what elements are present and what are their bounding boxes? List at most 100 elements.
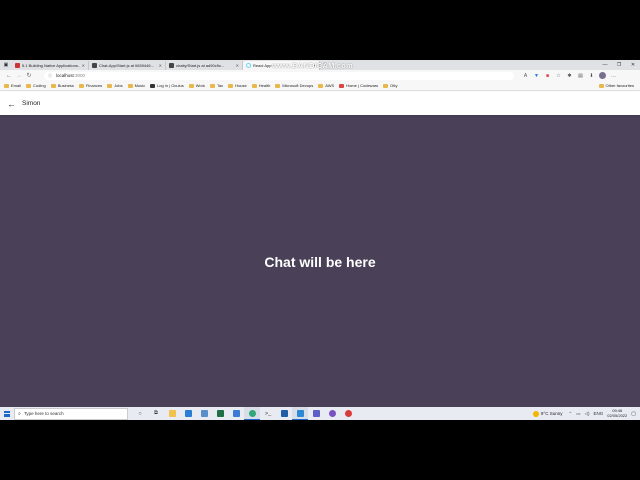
github-icon [92, 63, 97, 68]
chat-area: Chat will be here [0, 115, 640, 407]
excel-icon[interactable] [212, 407, 228, 420]
windows-logo-icon [4, 410, 10, 417]
folder-icon [318, 83, 324, 88]
bookmark-label: Email [11, 83, 22, 88]
bookmark-item[interactable]: Work [188, 83, 205, 88]
menu-more-icon[interactable]: … [608, 71, 619, 81]
taskbar-apps: ○ ⧉ >_ [132, 407, 356, 420]
address-bar: ← → ↻ ⓘ localhost :3000 A ▼ ■ ☆ ✱ ▤ ⬇ … [0, 70, 640, 81]
bookmark-item[interactable]: Health [251, 83, 271, 88]
github-desktop-icon[interactable] [324, 407, 340, 420]
bookmark-item[interactable]: Home | Codewars [339, 83, 378, 88]
start-button[interactable] [0, 407, 14, 420]
folder-icon [78, 83, 84, 88]
weather-text: 9°C Sunny [540, 411, 563, 416]
bookmark-item[interactable]: Otty [383, 83, 397, 88]
tab-title: Chat-App/Start.js at 0659446... [99, 63, 154, 68]
read-aloud-icon[interactable]: A [520, 71, 531, 81]
browser-tab[interactable]: 5.1 Building Native Applications... ✕ [12, 61, 89, 70]
close-window-icon[interactable]: ✕ [626, 60, 640, 70]
windows-taskbar: ⌕ Type here to search ○ ⧉ >_ 9°C Sunny ⌃ [0, 407, 640, 420]
teams-icon[interactable] [308, 407, 324, 420]
forward-nav-icon[interactable]: → [14, 71, 24, 81]
bookmark-label: Coding [33, 83, 46, 88]
show-hidden-icons-icon[interactable]: ⌃ [568, 411, 572, 417]
contact-name: Simon [22, 100, 41, 107]
extension-icons: A ▼ ■ ☆ ✱ ▤ ⬇ … [520, 71, 619, 81]
minimize-icon[interactable]: — [598, 60, 612, 70]
bookmark-item[interactable]: Log in | Oculus [150, 83, 184, 88]
maximize-icon[interactable]: ❐ [612, 60, 626, 70]
bookmark-item[interactable]: House [228, 83, 247, 88]
bookmark-label: Home | Codewars [346, 83, 379, 88]
downloads-icon[interactable]: ⬇ [586, 71, 597, 81]
folder-icon [228, 83, 234, 88]
bookmark-label: AWS [325, 83, 335, 88]
volume-icon[interactable]: ◁) [585, 411, 590, 417]
close-icon[interactable]: ✕ [159, 63, 162, 68]
bookmark-label: House [235, 83, 247, 88]
close-icon[interactable]: ✕ [236, 63, 239, 68]
bookmark-item[interactable]: AWS [318, 83, 334, 88]
chat-header: ← Simon [0, 92, 640, 115]
network-icon[interactable]: ▭ [576, 411, 580, 417]
bookmark-label: Music [134, 83, 146, 88]
close-icon[interactable]: ✕ [82, 63, 85, 68]
bookmark-label: Otty [390, 83, 398, 88]
bookmark-item[interactable]: Email [4, 83, 21, 88]
task-view-icon[interactable]: ⧉ [148, 407, 164, 420]
tab-title: 5.1 Building Native Applications... [22, 63, 80, 68]
tab-actions-icon[interactable]: ▣ [0, 60, 12, 70]
favorites-star-icon[interactable]: ☆ [553, 71, 564, 81]
terminal-icon[interactable]: >_ [260, 407, 276, 420]
codewars-icon [339, 83, 345, 88]
bookmark-label: Microsoft Devops [282, 83, 314, 88]
folder-icon [598, 83, 604, 88]
info-icon[interactable]: ⓘ [48, 73, 52, 79]
chat-placeholder-text: Chat will be here [264, 254, 376, 270]
profile-avatar[interactable] [597, 71, 608, 81]
back-nav-icon[interactable]: ← [4, 71, 14, 81]
bookmark-label: Health [258, 83, 271, 88]
bandicam-icon[interactable] [340, 407, 356, 420]
photos-icon[interactable] [196, 407, 212, 420]
bookmark-item[interactable]: Finances [78, 83, 102, 88]
folder-icon [26, 83, 32, 88]
clock[interactable]: 09:46 02/05/2022 [607, 408, 627, 418]
folder-icon [188, 83, 194, 88]
bookmark-item[interactable]: Business [50, 83, 74, 88]
vscode-icon[interactable] [292, 407, 308, 420]
mail-icon[interactable] [180, 407, 196, 420]
cortana-icon[interactable]: ○ [132, 407, 148, 420]
url-input[interactable]: ⓘ localhost :3000 [44, 71, 514, 80]
bookmark-item[interactable]: Tax [209, 83, 224, 88]
azure-data-studio-icon[interactable] [276, 407, 292, 420]
folder-icon [50, 83, 56, 88]
back-arrow-icon[interactable]: ← [7, 99, 19, 109]
extensions-icon[interactable]: ✱ [564, 71, 575, 81]
bookmarks-bar: Email Coding Business Finances Jobs Musi… [0, 81, 640, 91]
collections-icon[interactable]: ▤ [575, 71, 586, 81]
bookmark-label: Business [57, 83, 74, 88]
extension-icon[interactable]: ▼ [531, 71, 542, 81]
other-favourites[interactable]: Other favourites [598, 83, 634, 88]
store-icon[interactable] [228, 407, 244, 420]
bookmark-label: Log in | Oculus [157, 83, 184, 88]
browser-tab[interactable]: Chat-App/Start.js at 0659446... ✕ [89, 61, 166, 70]
bookmark-item[interactable]: Jobs [107, 83, 123, 88]
bookmark-item[interactable]: Music [127, 83, 146, 88]
browser-tab[interactable]: chatty/Start.js at ad90c9c... ✕ [166, 61, 243, 70]
folder-icon [4, 83, 9, 88]
taskbar-search-input[interactable]: ⌕ Type here to search [14, 407, 128, 420]
reload-icon[interactable]: ↻ [24, 71, 34, 81]
bookmark-label: Tax [216, 83, 224, 88]
bookmark-item[interactable]: Coding [26, 83, 46, 88]
notifications-icon[interactable]: ▢ [631, 411, 636, 417]
weather-widget[interactable]: 9°C Sunny [532, 410, 563, 417]
edge-icon[interactable] [244, 407, 260, 420]
bookmark-label: Work [195, 83, 205, 88]
bookmark-item[interactable]: Microsoft Devops [275, 83, 313, 88]
file-explorer-icon[interactable] [164, 407, 180, 420]
language-indicator[interactable]: ENG [593, 411, 603, 416]
extension-icon[interactable]: ■ [542, 71, 553, 81]
